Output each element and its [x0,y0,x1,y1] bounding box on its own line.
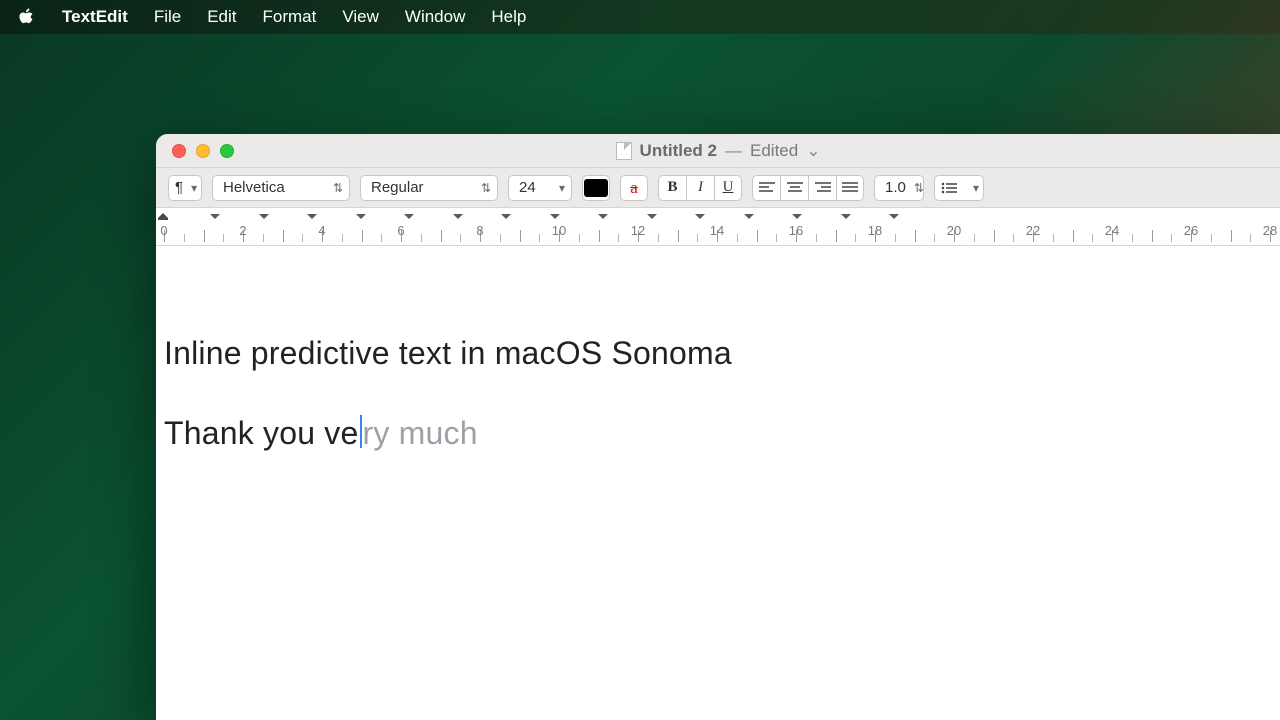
chevron-down-icon: ▾ [191,181,197,195]
text-color-well[interactable] [582,175,610,201]
typed-text: Thank you ve [164,415,359,451]
menu-file[interactable]: File [154,7,181,27]
font-style-popup[interactable]: Regular⇅ [360,175,498,201]
title-dropdown-icon[interactable]: ⌄ [806,141,820,161]
menu-view[interactable]: View [342,7,379,27]
close-button[interactable] [172,144,186,158]
stepper-icon: ⇅ [333,181,343,195]
chevron-down-icon: ▾ [973,181,979,195]
paragraph-style-popup[interactable]: ¶▾ [168,175,202,201]
menu-edit[interactable]: Edit [207,7,236,27]
text-caret [360,415,362,449]
text-line: Inline predictive text in macOS Sonoma [164,334,1272,372]
align-justify-button[interactable] [836,175,864,201]
title-bar[interactable]: Untitled 2 — Edited ⌄ [156,134,1280,168]
traffic-lights [156,144,234,158]
menu-help[interactable]: Help [491,7,526,27]
document-body[interactable]: Inline predictive text in macOS Sonoma T… [156,246,1280,720]
underline-button[interactable]: U [714,175,742,201]
line-spacing-popup[interactable]: 1.0⇅ [874,175,924,201]
chevron-down-icon: ▾ [559,181,565,195]
italic-button[interactable]: I [686,175,714,201]
predictive-text: ry much [363,415,478,451]
font-family-popup[interactable]: Helvetica⇅ [212,175,350,201]
stepper-icon: ⇅ [914,181,924,195]
document-icon [616,142,632,160]
stepper-icon: ⇅ [481,181,491,195]
bold-button[interactable]: B [658,175,686,201]
document-state: Edited [750,141,798,161]
menu-window[interactable]: Window [405,7,465,27]
zoom-button[interactable] [220,144,234,158]
textedit-window: Untitled 2 — Edited ⌄ ¶▾ Helvetica⇅ Regu… [156,134,1280,720]
menu-bar: TextEdit File Edit Format View Window He… [0,0,1280,34]
ruler-ticks: 0246810121416182022242628 [156,222,1280,242]
align-right-button[interactable] [808,175,836,201]
minimize-button[interactable] [196,144,210,158]
format-toolbar: ¶▾ Helvetica⇅ Regular⇅ 24▾ a B I U [156,168,1280,208]
style-group: B I U [658,175,742,201]
align-left-button[interactable] [752,175,780,201]
apple-menu-icon[interactable] [18,8,36,26]
text-line: Thank you very much [164,414,1272,452]
align-group [752,175,864,201]
ruler[interactable]: 0246810121416182022242628 [156,208,1280,246]
font-size-field[interactable]: 24▾ [508,175,572,201]
menu-format[interactable]: Format [263,7,317,27]
app-menu[interactable]: TextEdit [62,7,128,27]
align-center-button[interactable] [780,175,808,201]
typography-color-button[interactable]: a [620,175,648,201]
window-title: Untitled 2 — Edited ⌄ [156,141,1280,161]
document-name: Untitled 2 [640,141,717,161]
list-style-popup[interactable]: ▾ [934,175,984,201]
